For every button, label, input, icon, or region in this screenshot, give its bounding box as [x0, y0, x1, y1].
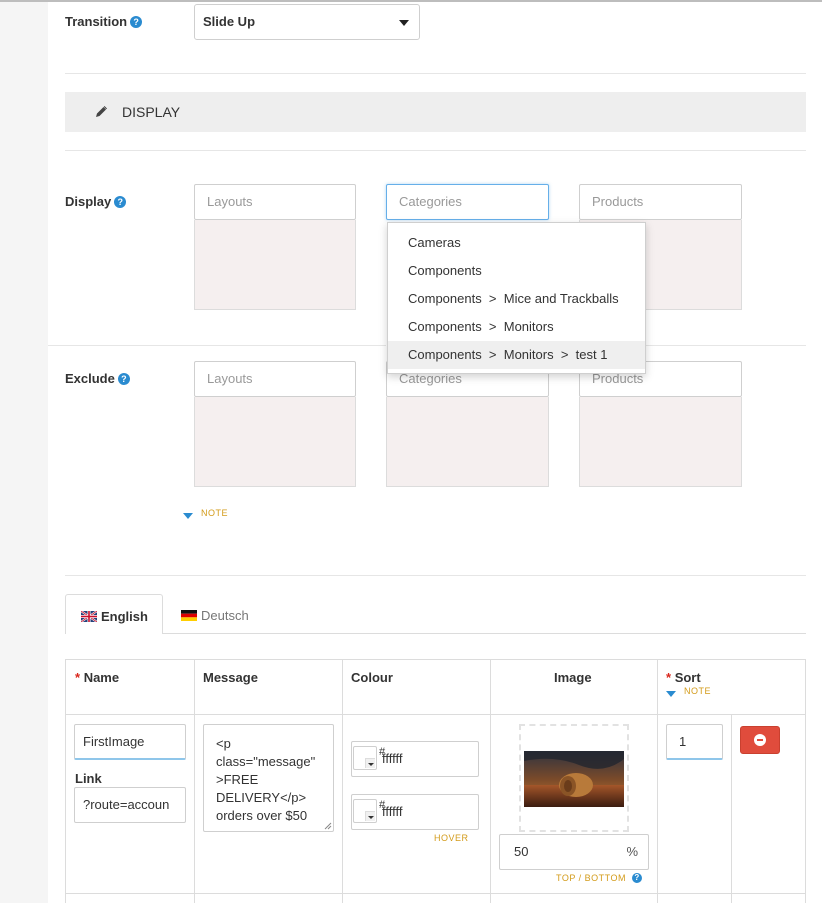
dropdown-item[interactable]: Components — [388, 257, 645, 285]
table-row-divider — [65, 893, 806, 894]
tab-english[interactable]: English — [65, 594, 163, 634]
divider — [65, 150, 806, 151]
help-icon[interactable]: ? — [632, 873, 643, 883]
exclude-layouts-list[interactable] — [194, 397, 356, 487]
image-thumbnail-frame[interactable] — [519, 724, 629, 832]
sort-note-toggle[interactable]: NOTE — [684, 686, 711, 696]
divider — [646, 345, 806, 346]
caret-down-icon — [399, 20, 409, 26]
exclude-products-list[interactable] — [579, 397, 742, 487]
pencil-icon — [96, 106, 107, 117]
display-section-header: DISPLAY — [65, 92, 806, 132]
help-icon[interactable]: ? — [130, 16, 143, 28]
image-position-input[interactable]: 50 % — [499, 834, 649, 870]
display-layouts-list[interactable] — [194, 220, 356, 310]
transition-label: Transition? — [65, 14, 143, 29]
dropdown-item-active[interactable]: Components > Monitors > test 1 — [388, 341, 645, 369]
slide-message-textarea[interactable]: <p class="message" >FREE DELIVERY</p> or… — [203, 724, 334, 832]
display-categories-input[interactable]: Categories — [386, 184, 549, 220]
column-divider — [657, 659, 658, 903]
image-position-label: TOP / BOTTOM ? — [556, 873, 643, 883]
minus-circle-icon — [754, 734, 766, 746]
dropdown-item[interactable]: Components > Mice and Trackballs — [388, 285, 645, 313]
hover-label: HOVER — [434, 833, 469, 843]
section-title: DISPLAY — [122, 104, 181, 120]
column-divider — [490, 659, 491, 903]
uk-flag-icon — [81, 611, 97, 622]
divider — [48, 345, 386, 346]
resize-handle-icon[interactable] — [324, 822, 332, 830]
exclude-categories-list[interactable] — [386, 397, 549, 487]
divider — [65, 575, 806, 576]
divider — [65, 73, 806, 74]
colour-picker-swatch[interactable] — [353, 746, 377, 770]
percent-unit: % — [626, 844, 638, 859]
help-icon[interactable]: ? — [114, 196, 127, 208]
hover-colour-picker-swatch[interactable] — [353, 799, 377, 823]
transition-select[interactable]: Slide Up — [194, 4, 420, 40]
help-icon[interactable]: ? — [117, 373, 130, 385]
caret-down-icon — [365, 758, 375, 768]
header-sort: * Sort — [666, 670, 701, 685]
tabs-baseline — [65, 633, 806, 634]
categories-autocomplete-dropdown: Cameras Components Components > Mice and… — [387, 222, 646, 374]
required-marker: * — [75, 670, 81, 685]
display-products-input[interactable]: Products — [579, 184, 742, 220]
sort-note-toggle-icon[interactable] — [666, 691, 676, 697]
note-toggle[interactable]: NOTE — [201, 508, 228, 518]
header-message: Message — [203, 670, 258, 685]
slide-image-thumbnail — [524, 751, 624, 807]
column-divider — [342, 659, 343, 903]
header-name: * Name — [75, 670, 120, 685]
column-divider — [731, 714, 732, 903]
exclude-layouts-input[interactable]: Layouts — [194, 361, 356, 397]
header-colour: Colour — [351, 670, 393, 685]
remove-slide-button[interactable] — [740, 726, 780, 754]
slide-link-input[interactable]: ?route=accoun — [74, 787, 186, 823]
link-label: Link — [75, 771, 102, 786]
exclude-label: Exclude? — [65, 371, 130, 386]
column-divider — [194, 659, 195, 903]
table-header-divider — [65, 714, 806, 715]
header-image: Image — [554, 670, 592, 685]
required-marker: * — [666, 670, 672, 685]
caret-down-icon — [365, 811, 375, 821]
display-label: Display? — [65, 194, 127, 209]
tab-deutsch[interactable]: Deutsch — [181, 608, 249, 623]
dropdown-item[interactable]: Components > Monitors — [388, 313, 645, 341]
de-flag-icon — [181, 610, 197, 621]
sort-order-input[interactable]: 1 — [666, 724, 723, 760]
note-toggle-icon[interactable] — [183, 513, 193, 519]
display-layouts-input[interactable]: Layouts — [194, 184, 356, 220]
dropdown-item[interactable]: Cameras — [388, 229, 645, 257]
slide-name-input[interactable]: FirstImage — [74, 724, 186, 760]
